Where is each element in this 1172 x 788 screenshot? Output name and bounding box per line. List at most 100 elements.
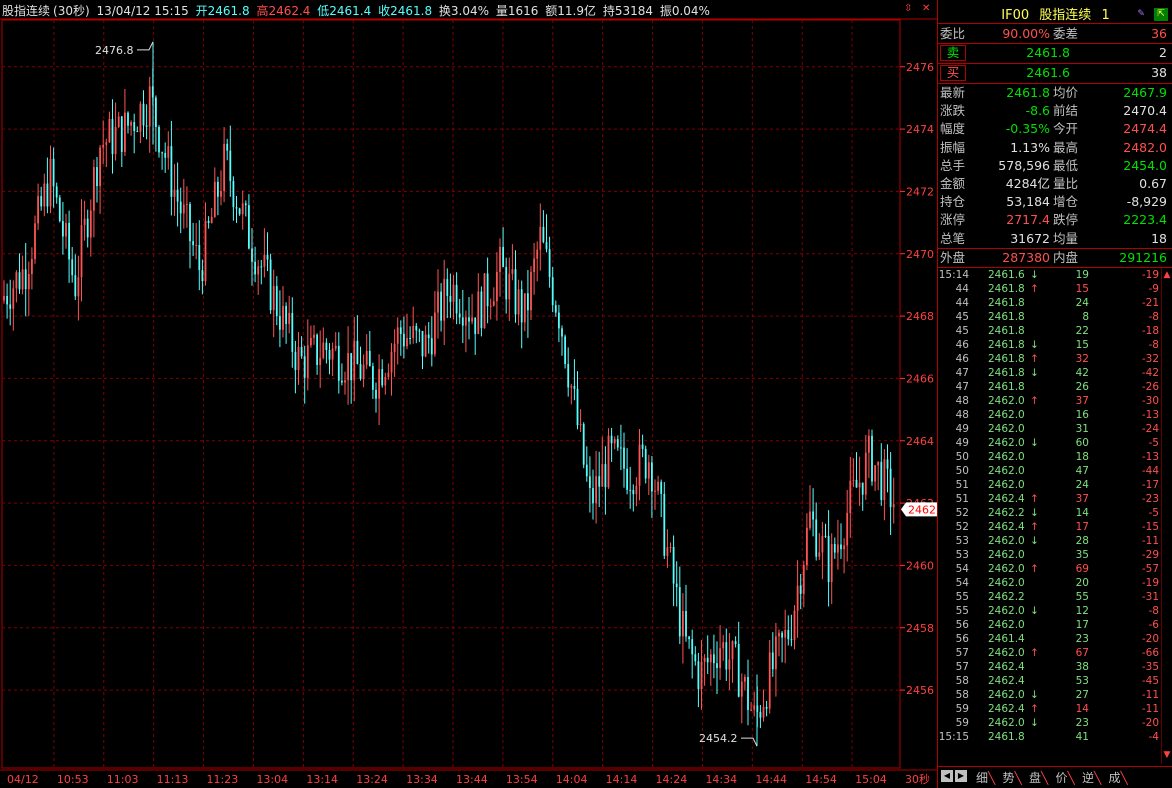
- tick-time: 54: [955, 563, 969, 575]
- tick-price: 2462.2: [988, 591, 1025, 603]
- candle-body: [750, 709, 752, 711]
- chart-area[interactable]: 股指连续 (30秒) 13/04/12 15:15 开2461.8 高2462.4…: [0, 0, 937, 788]
- candle-body: [771, 652, 774, 670]
- tick-delta: -42: [1141, 367, 1159, 379]
- candle-body: [368, 350, 371, 367]
- candle-body: [213, 181, 216, 217]
- tick-scrollbar[interactable]: ▲ ▼: [1161, 268, 1172, 764]
- tick-row: 46 2461.8 ↓ 15 -8: [938, 338, 1159, 352]
- stat-label: 最低: [1053, 157, 1079, 173]
- scroll-down-icon[interactable]: ▼: [1162, 750, 1172, 762]
- tick-row: 58 2462.0 ↓ 27 -11: [938, 688, 1159, 702]
- candle-body: [539, 226, 542, 250]
- candle-body: [6, 295, 8, 305]
- scroll-up-icon[interactable]: ▲: [1162, 270, 1172, 282]
- tick-list[interactable]: 15:14 2461.6 ↓ 19 -19 44 2461.8 ↑ 15 -9 44 2461.8 24…: [938, 268, 1159, 748]
- candle-body: [722, 642, 725, 649]
- chart-border: [1, 19, 901, 769]
- stat-label: 跌停: [1053, 212, 1079, 228]
- candle-body: [96, 167, 98, 187]
- candle-body: [632, 490, 635, 495]
- candle-body: [117, 116, 120, 127]
- tick-arrow: ↓: [1030, 717, 1039, 729]
- tick-volume: 20: [1075, 577, 1089, 589]
- tick-volume: 17: [1075, 619, 1089, 631]
- candle-body: [93, 167, 95, 211]
- tick-volume: 24: [1075, 297, 1089, 309]
- panel-tab[interactable]: 细╲: [976, 769, 995, 786]
- candle-body: [325, 342, 328, 350]
- tab-separator: ╲: [1041, 771, 1049, 785]
- candle-body: [263, 254, 266, 267]
- x-tick-label: 13:14: [306, 773, 338, 786]
- tick-price: 2461.8: [988, 325, 1025, 337]
- x-tick-label: 13:44: [456, 773, 488, 786]
- candle-body: [753, 705, 756, 710]
- candle-body: [204, 220, 207, 282]
- candle-body: [787, 630, 790, 640]
- panel-tab[interactable]: 价╲: [1056, 769, 1075, 786]
- expand-icon[interactable]: ⇱: [1154, 8, 1168, 21]
- candle-body: [781, 632, 783, 638]
- candle-body: [623, 447, 625, 469]
- candle-body: [728, 659, 731, 670]
- tick-arrow: ↑: [1030, 283, 1039, 295]
- candle-body: [802, 564, 805, 594]
- tick-row: 50 2462.0 47 -44: [938, 464, 1159, 478]
- candle-body: [716, 663, 718, 669]
- candlestick-chart[interactable]: 2476 2474 2472 2470 2468 2466 2464 2462 2460 2458…: [0, 0, 937, 788]
- candle-body: [768, 652, 771, 709]
- candle-body: [759, 711, 762, 718]
- tick-volume: 69: [1075, 563, 1089, 575]
- stat-row: 金额 4284亿 量比 0.67: [938, 175, 1172, 193]
- candle-body: [46, 183, 49, 207]
- panel-tabs: ◀ ▶ 细╲ 势╲ 盘╲ 价╲ 逆╲ 成╲: [938, 766, 1172, 786]
- wei-bi-value: 90.00%: [1002, 26, 1050, 41]
- instrument-suffix: 1: [1101, 8, 1110, 23]
- tick-delta: -19: [1141, 269, 1159, 281]
- candle-body: [18, 272, 21, 290]
- candle-body: [620, 447, 622, 449]
- tick-row: 53 2462.0 35 -29: [938, 548, 1159, 562]
- x-tick-label: 13:34: [406, 773, 438, 786]
- low-label: 2454.2: [699, 732, 738, 745]
- candle-body: [328, 349, 331, 360]
- panel-tab[interactable]: 逆╲: [1082, 769, 1101, 786]
- candle-body: [793, 610, 796, 640]
- tab-prev-icon[interactable]: ◀: [941, 770, 953, 782]
- candle-body: [471, 317, 473, 322]
- panel-tab[interactable]: 成╲: [1109, 769, 1128, 786]
- candle-body: [651, 462, 653, 492]
- candle-body: [77, 277, 80, 297]
- panel-tab[interactable]: 势╲: [1003, 769, 1022, 786]
- candle-body: [595, 476, 597, 504]
- candle-body: [139, 103, 142, 132]
- candle-body: [83, 218, 86, 226]
- candle-body: [65, 222, 67, 237]
- x-tick-label: 11:03: [107, 773, 139, 786]
- x-tick-label: 14:04: [556, 773, 588, 786]
- stat-row: 振幅 1.13% 最高 2482.0: [938, 139, 1172, 157]
- stat-value: 2467.9: [1123, 85, 1167, 100]
- tick-delta: -45: [1141, 675, 1159, 687]
- stat-label: 涨跌: [940, 103, 966, 119]
- candle-body: [477, 291, 480, 334]
- candle-body: [192, 241, 194, 246]
- drawing-tool-icon[interactable]: ✎: [1134, 8, 1148, 21]
- sell-volume: 2: [1159, 45, 1167, 60]
- candle-body: [437, 291, 439, 313]
- panel-tab[interactable]: 盘╲: [1029, 769, 1048, 786]
- candle-body: [68, 222, 70, 260]
- tick-volume: 18: [1075, 451, 1089, 463]
- tick-price: 2462.0: [988, 479, 1025, 491]
- candle-body: [579, 424, 582, 426]
- tick-row: 53 2462.0 ↓ 28 -11: [938, 534, 1159, 548]
- candle-body: [514, 269, 517, 315]
- candle-body: [372, 366, 374, 390]
- low-pointer: [741, 737, 758, 747]
- tab-next-icon[interactable]: ▶: [955, 770, 967, 782]
- tick-time: 52: [955, 507, 969, 519]
- tick-delta: -11: [1141, 703, 1159, 715]
- candle-body: [347, 353, 349, 381]
- candle-body: [775, 636, 777, 670]
